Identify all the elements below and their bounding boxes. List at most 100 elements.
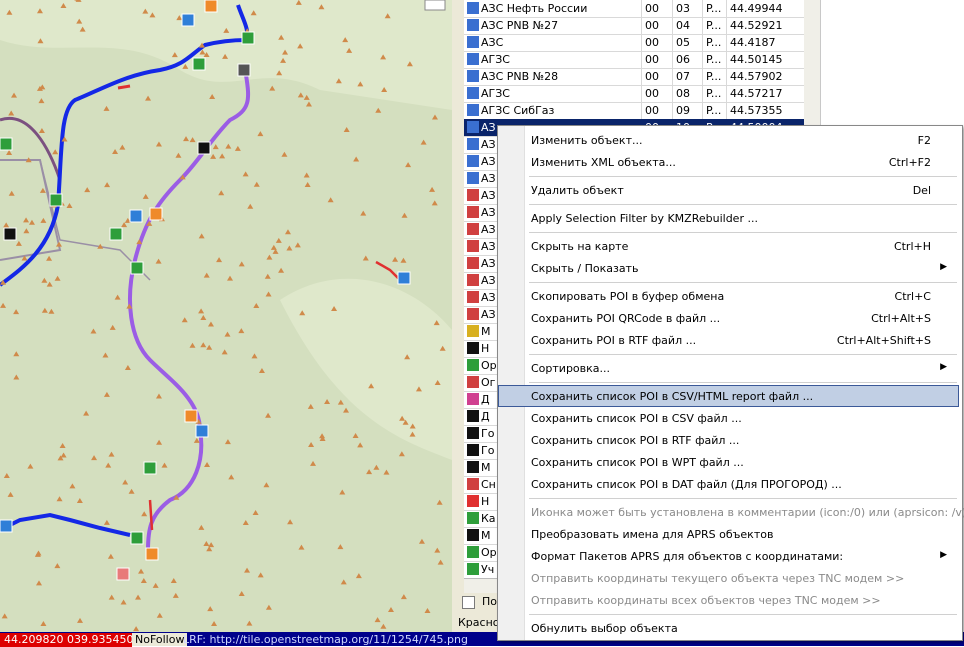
- poi-name: АЗС PNB №28: [481, 70, 559, 83]
- poi-name: АЗ: [481, 257, 496, 270]
- poi-list-row[interactable]: АЗС PNB №28 00 07 P... 44.57902: [464, 68, 804, 86]
- poi-col-b: 06: [676, 53, 690, 66]
- menu-item-label: Иконка может быть установлена в коммента…: [531, 506, 964, 519]
- poi-name: Сн: [481, 478, 496, 491]
- poi-name: Го: [481, 444, 495, 457]
- poi-col-c: P...: [706, 87, 722, 100]
- menu-item-label: Сохранить POI QRCode в файл ...: [531, 312, 721, 325]
- menu-item[interactable]: Изменить объект... F2: [525, 130, 959, 150]
- poi-col-b: 08: [676, 87, 690, 100]
- poi-name: АЗ: [481, 172, 496, 185]
- poi-col-a: 00: [645, 53, 659, 66]
- poi-col-b: 04: [676, 19, 690, 32]
- poi-col-b: 05: [676, 36, 690, 49]
- menu-item: Отправить координаты всех объектов через…: [525, 590, 959, 610]
- filter-checkbox[interactable]: [462, 596, 475, 609]
- menu-item-label: Отправить координаты всех объектов через…: [531, 594, 881, 607]
- poi-col-c: P...: [706, 2, 722, 15]
- menu-item[interactable]: Преобразовать имена для APRS объектов: [525, 524, 959, 544]
- menu-item[interactable]: Сохранить список POI в CSV файл ...: [525, 408, 959, 428]
- menu-item[interactable]: Скопировать POI в буфер обмена Ctrl+C: [525, 286, 959, 306]
- menu-item[interactable]: Скрыть на карте Ctrl+H: [525, 236, 959, 256]
- menu-item-label: Сохранить POI в RTF файл ...: [531, 334, 697, 347]
- poi-col-a: 00: [645, 2, 659, 15]
- menu-item[interactable]: Удалить объект Del: [525, 180, 959, 200]
- fuel-icon: [467, 121, 479, 133]
- menu-item-shortcut: Ctrl+C: [894, 290, 931, 303]
- poi-name: Ор: [481, 359, 497, 372]
- menu-item[interactable]: Скрыть / Показать ▶: [525, 258, 959, 278]
- poi-col-b: 03: [676, 2, 690, 15]
- red-poi-icon: [467, 478, 479, 490]
- menu-item[interactable]: Сохранить список POI в DAT файл (Для ПРО…: [525, 474, 959, 494]
- red-poi-icon: [467, 189, 479, 201]
- menu-separator: [529, 498, 957, 499]
- map-canvas[interactable]: [0, 0, 452, 632]
- poi-col-b: 07: [676, 70, 690, 83]
- context-menu: Изменить объект... F2 Изменить XML объекта…: [497, 125, 964, 641]
- poi-list-row[interactable]: АЗС PNB №27 00 04 P... 44.52921: [464, 17, 804, 35]
- menu-item[interactable]: Сохранить список POI в CSV/HTML report ф…: [498, 385, 959, 407]
- poi-col-c: P...: [706, 104, 722, 117]
- poi-col-d: 44.49944: [730, 2, 783, 15]
- green-poi-icon: [467, 359, 479, 371]
- status-follow-mode[interactable]: NoFollow: [132, 633, 188, 646]
- menu-item-label: Удалить объект: [531, 184, 624, 197]
- poi-name: АЗ: [481, 308, 496, 321]
- status-coordinates: 44.209820 039.935450: [0, 633, 133, 647]
- poi-name: АЗ: [481, 155, 496, 168]
- submenu-arrow-icon: ▶: [940, 362, 947, 372]
- menu-item-label: Сохранить список POI в CSV файл ...: [531, 412, 742, 425]
- poi-name: АЗ: [481, 274, 496, 287]
- menu-item[interactable]: Сортировка... ▶: [525, 358, 959, 378]
- fuel-icon: [467, 70, 479, 82]
- menu-icon-gutter: [498, 126, 525, 640]
- menu-item-label: Сортировка...: [531, 362, 611, 375]
- red-poi-icon: [467, 206, 479, 218]
- poi-name: М: [481, 461, 491, 474]
- poi-col-a: 00: [645, 70, 659, 83]
- red-poi-icon: [467, 274, 479, 286]
- poi-name: АЗС Нефть России: [481, 2, 588, 15]
- poi-name: АЗ: [481, 240, 496, 253]
- poi-name: Н: [481, 342, 490, 355]
- poi-name: Ог: [481, 376, 496, 389]
- menu-item-shortcut: Ctrl+H: [893, 240, 931, 253]
- poi-col-a: 00: [645, 19, 659, 32]
- poi-list-row[interactable]: АГЗС СибГаз 00 09 P... 44.57355: [464, 102, 804, 120]
- menu-item[interactable]: Формат Пакетов APRS для объектов с коорд…: [525, 546, 959, 566]
- menu-separator: [529, 282, 957, 283]
- fuel-icon: [467, 53, 479, 65]
- menu-item[interactable]: Сохранить список POI в RTF файл ...: [525, 430, 959, 450]
- menu-item[interactable]: Apply Selection Filter by KMZRebuilder .…: [525, 208, 959, 228]
- map-view[interactable]: [0, 0, 452, 632]
- poi-name: АЗ: [481, 291, 496, 304]
- poi-list-row[interactable]: АЗС 00 05 P... 44.4187: [464, 34, 804, 52]
- poi-name: Ор: [481, 546, 497, 559]
- poi-col-b: 09: [676, 104, 690, 117]
- menu-item[interactable]: Сохранить POI QRCode в файл ... Ctrl+Alt+…: [525, 308, 959, 328]
- poi-list-row[interactable]: АГЗС 00 06 P... 44.50145: [464, 51, 804, 69]
- menu-item[interactable]: Обнулить выбор объекта: [525, 618, 959, 638]
- menu-item[interactable]: Сохранить POI в RTF файл ... Ctrl+Alt+Shi…: [525, 330, 959, 350]
- menu-item-label: Скрыть на карте: [531, 240, 629, 253]
- fuel-icon: [467, 138, 479, 150]
- menu-item[interactable]: Сохранить список POI в WPT файл ...: [525, 452, 959, 472]
- menu-item[interactable]: Изменить XML объекта... Ctrl+F2: [525, 152, 959, 172]
- poi-col-c: P...: [706, 36, 722, 49]
- fuel-icon: [467, 172, 479, 184]
- pink-poi-icon: [467, 393, 479, 405]
- poi-name: Д: [481, 410, 490, 423]
- poi-name: АЗ: [481, 189, 496, 202]
- red-poi-icon: [467, 223, 479, 235]
- poi-list-row[interactable]: АЗС Нефть России 00 03 P... 44.49944: [464, 0, 804, 18]
- menu-item-label: Обнулить выбор объекта: [531, 622, 678, 635]
- poi-list-row[interactable]: АГЗС 00 08 P... 44.57217: [464, 85, 804, 103]
- fuel-icon: [467, 155, 479, 167]
- red-poi-icon: [467, 308, 479, 320]
- menu-item-label: Формат Пакетов APRS для объектов с коорд…: [531, 550, 844, 563]
- poi-col-d: 44.57217: [730, 87, 783, 100]
- submenu-arrow-icon: ▶: [940, 262, 947, 272]
- menu-item-shortcut: Ctrl+Alt+S: [871, 312, 931, 325]
- poi-col-d: 44.57902: [730, 70, 783, 83]
